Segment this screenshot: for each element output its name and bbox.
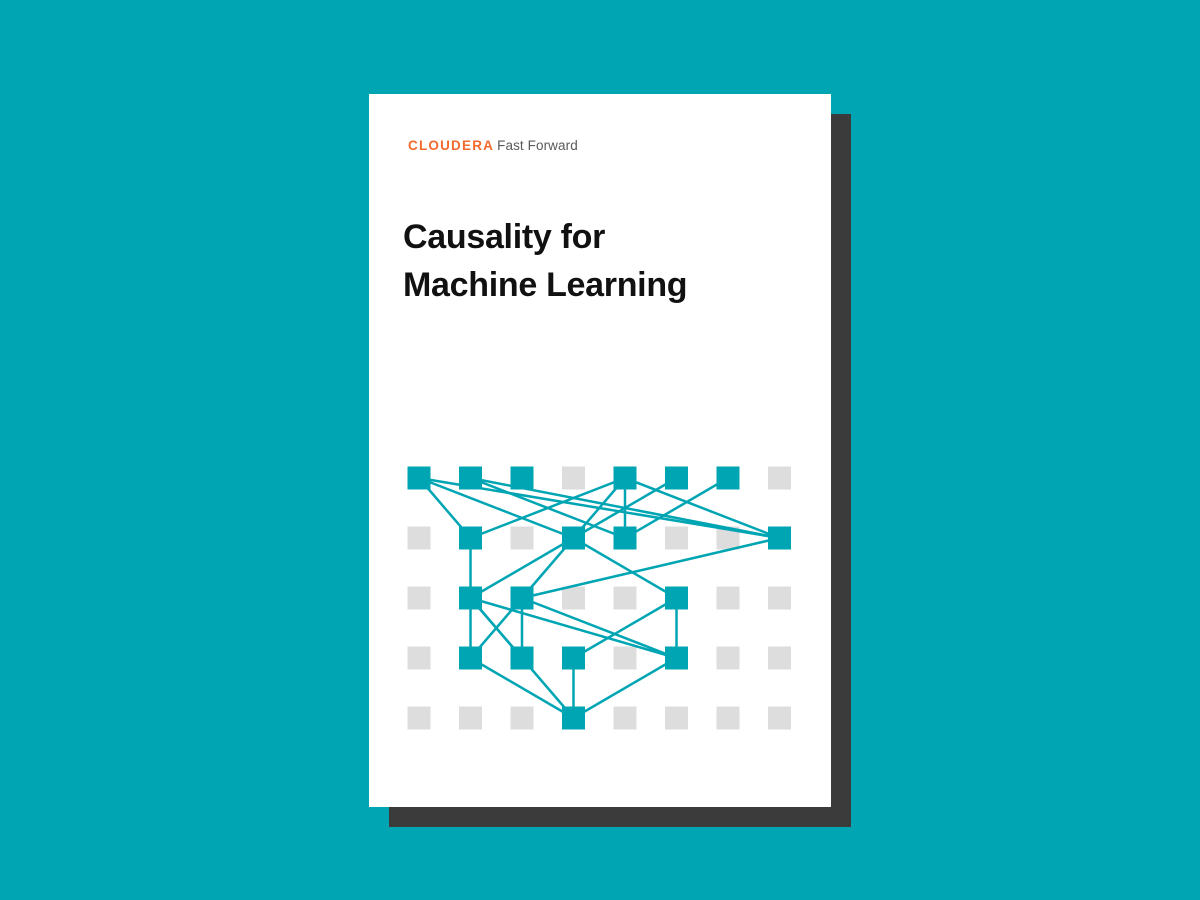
graph-node-inactive bbox=[665, 526, 688, 550]
graph-node-active bbox=[407, 466, 431, 490]
graph-node-inactive bbox=[407, 646, 431, 670]
graph-node-inactive bbox=[407, 586, 431, 610]
graph-node-inactive bbox=[716, 646, 740, 670]
graph-node-inactive bbox=[716, 586, 740, 610]
graph-node-active bbox=[459, 466, 482, 490]
graph-node-active bbox=[665, 586, 688, 610]
graph-node-inactive bbox=[510, 526, 534, 550]
graph-node-inactive bbox=[407, 526, 431, 550]
graph-node-active bbox=[459, 526, 482, 550]
graph-node-inactive bbox=[665, 706, 688, 730]
graph-node-inactive bbox=[768, 646, 791, 670]
graph-node-active bbox=[562, 646, 585, 670]
graph-node-inactive bbox=[768, 586, 791, 610]
graph-edge bbox=[521, 536, 780, 600]
graph-node-inactive bbox=[562, 466, 585, 490]
graph-node-inactive bbox=[768, 466, 791, 490]
graph-node-inactive bbox=[768, 706, 791, 730]
graph-node-active bbox=[716, 466, 740, 490]
graph-node-inactive bbox=[562, 586, 585, 610]
graph-node-active bbox=[510, 466, 534, 490]
graph-node-active bbox=[613, 526, 637, 550]
graph-edge bbox=[521, 596, 677, 660]
graph-node-active bbox=[459, 586, 482, 610]
graph-node-inactive bbox=[613, 586, 637, 610]
graph-node-inactive bbox=[613, 706, 637, 730]
graph-node-inactive bbox=[613, 646, 637, 670]
graph-node-inactive bbox=[716, 706, 740, 730]
graph-node-active bbox=[510, 586, 534, 610]
graph-node-active bbox=[665, 646, 688, 670]
graph-node-active bbox=[665, 466, 688, 490]
causal-graph-illustration bbox=[407, 466, 791, 730]
graph-edge bbox=[624, 476, 780, 540]
graph-node-inactive bbox=[459, 706, 482, 730]
graph-node-active bbox=[562, 526, 585, 550]
graph-node-active bbox=[768, 526, 791, 550]
book-cover: CLOUDERA Fast Forward Causality for Machi… bbox=[369, 94, 831, 807]
graph-node-active bbox=[562, 706, 585, 730]
graph-node-inactive bbox=[510, 706, 534, 730]
graph-node-inactive bbox=[407, 706, 431, 730]
graph-node-active bbox=[510, 646, 534, 670]
graph-node-active bbox=[459, 646, 482, 670]
graph-node-active bbox=[613, 466, 637, 490]
